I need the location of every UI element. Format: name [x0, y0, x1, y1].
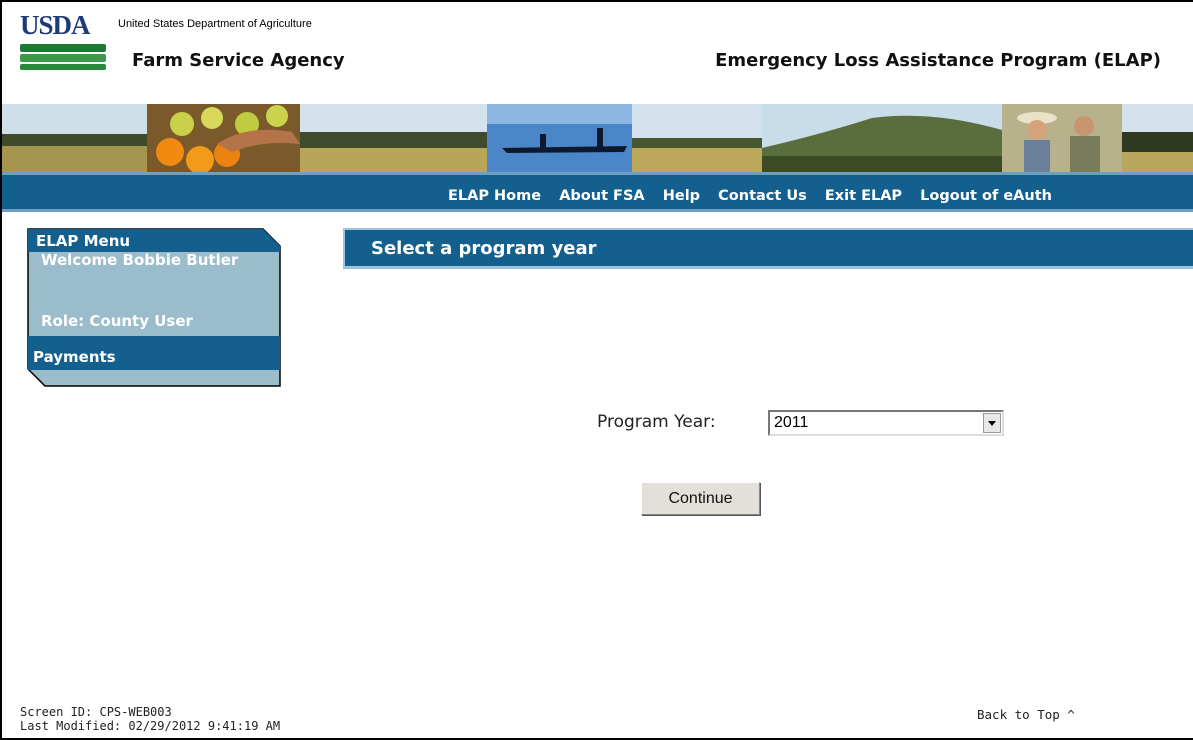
- menu-title: ELAP Menu: [36, 232, 131, 250]
- usda-logo-text: USDA: [20, 10, 91, 40]
- screen-id: Screen ID: CPS-WEB003: [20, 705, 172, 719]
- program-year-value: 2011: [774, 414, 809, 431]
- header: USDA United States Department of Agricul…: [2, 2, 1193, 104]
- top-nav-bar: ELAP Home About FSA Help Contact Us Exit…: [2, 172, 1193, 212]
- last-modified: Last Modified: 02/29/2012 9:41:19 AM: [20, 719, 281, 733]
- continue-button[interactable]: Continue: [641, 482, 760, 515]
- footer-info: Screen ID: CPS-WEB003 Last Modified: 02/…: [20, 705, 280, 733]
- elap-menu: ELAP Menu Welcome Bobbie Butler Role: Co…: [27, 228, 281, 387]
- usda-logo: USDA: [20, 10, 108, 76]
- nav-about-fsa[interactable]: About FSA: [559, 188, 644, 204]
- logo-stripe: [20, 54, 106, 62]
- menu-item-payments[interactable]: Payments: [33, 348, 116, 366]
- welcome-user: Welcome Bobbie Butler: [41, 251, 239, 269]
- user-role: Role: County User: [41, 312, 193, 330]
- header-photo-banner: [2, 104, 1193, 172]
- nav-links: ELAP Home About FSA Help Contact Us Exit…: [448, 185, 1065, 204]
- dropdown-arrow-icon[interactable]: [983, 413, 1001, 433]
- logo-stripe: [20, 44, 106, 52]
- department-name: United States Department of Agriculture: [118, 18, 312, 30]
- back-to-top-link[interactable]: Back to Top ^: [977, 707, 1075, 722]
- nav-exit-elap[interactable]: Exit ELAP: [825, 188, 902, 204]
- program-year-label: Program Year:: [597, 412, 716, 432]
- program-title: Emergency Loss Assistance Program (ELAP): [715, 50, 1161, 71]
- nav-contact-us[interactable]: Contact Us: [718, 188, 807, 204]
- nav-elap-home[interactable]: ELAP Home: [448, 188, 541, 204]
- page-title-band: Select a program year: [343, 228, 1193, 269]
- program-year-select[interactable]: 2011: [768, 410, 1004, 436]
- agency-name: Farm Service Agency: [132, 50, 345, 71]
- nav-help[interactable]: Help: [663, 188, 700, 204]
- nav-logout-eauth[interactable]: Logout of eAuth: [920, 188, 1052, 204]
- page-title: Select a program year: [371, 238, 597, 259]
- logo-stripe: [20, 64, 106, 70]
